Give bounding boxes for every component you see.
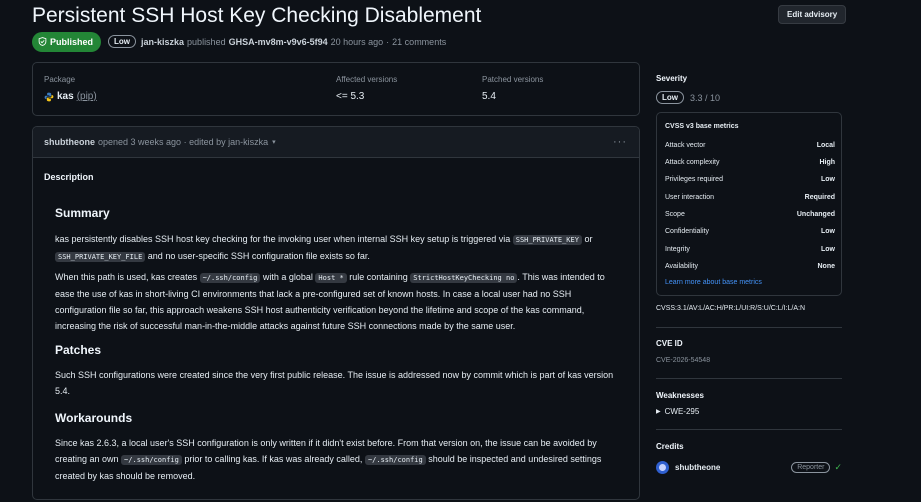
cvss-metrics-box: CVSS v3 base metrics Attack vector Local … — [656, 112, 842, 296]
cve-heading: CVE ID — [656, 339, 683, 348]
weaknesses-heading: Weaknesses — [656, 391, 704, 400]
metric-row: Attack vector Local — [665, 142, 835, 149]
metric-row: Availability None — [665, 263, 835, 270]
published-label: Published — [50, 36, 94, 47]
published-badge: Published — [32, 31, 102, 52]
code-ssh-private-key-file: SSH_PRIVATE_KEY_FILE — [55, 252, 146, 262]
package-name[interactable]: kas — [57, 91, 74, 102]
credit-row: shubtheone Reporter ✓ — [656, 459, 842, 475]
check-icon: ✓ — [834, 461, 842, 472]
patches-heading: Patches — [55, 343, 102, 357]
comment-header: shubtheone opened 3 weeks ago · edited b… — [33, 127, 639, 158]
triangle-right-icon: ▶ — [656, 409, 661, 415]
published-word: published — [187, 36, 226, 47]
package-column: Package kas (pip) — [44, 75, 97, 102]
metric-row: User interaction Required — [665, 194, 835, 201]
meta-separator: · — [386, 36, 390, 47]
published-time: 20 hours ago — [330, 36, 384, 47]
metric-row: Attack complexity High — [665, 159, 835, 166]
metric-row: Scope Unchanged — [665, 211, 835, 218]
comment-author[interactable]: shubtheone — [44, 137, 95, 147]
cvss-title: CVSS v3 base metrics — [665, 123, 739, 130]
advisory-meta: Published Low jan-kiszka published GHSA-… — [32, 31, 446, 52]
package-box: Package kas (pip) Affected versions <= 5… — [32, 62, 640, 116]
patched-label: Patched versions — [482, 75, 544, 84]
page-title: Persistent SSH Host Key Checking Disable… — [32, 4, 482, 27]
severity-heading: Severity — [656, 74, 688, 83]
code-ssh-config-2: ~/.ssh/config — [121, 455, 182, 465]
python-icon — [44, 92, 54, 101]
comment-count[interactable]: 21 comments — [392, 37, 446, 47]
severity-score: Low 3.3 / 10 — [656, 91, 720, 104]
cve-id: CVE-2026-54548 — [656, 357, 711, 364]
affected-label: Affected versions — [336, 75, 398, 84]
ghsa-id[interactable]: GHSA-mv8m-v9v6-5f94 — [229, 37, 328, 47]
comment-action: opened 3 weeks ago · edited by jan-kiszk… — [98, 137, 269, 147]
metric-row: Integrity Low — [665, 246, 835, 253]
cvss-vector-string: CVSS:3.1/AV:L/AC:H/PR:L/UI:R/S:U/C:L/I:L… — [656, 305, 805, 312]
summary-paragraph-1: kas persistently disables SSH host key c… — [55, 234, 593, 262]
sidebar-divider — [656, 429, 842, 430]
package-ecosystem[interactable]: (pip) — [77, 91, 97, 102]
code-ssh-config-3: ~/.ssh/config — [364, 455, 426, 465]
workarounds-heading: Workarounds — [55, 411, 133, 425]
package-label: Package — [44, 75, 76, 84]
weakness-item[interactable]: ▶ CWE-295 — [656, 407, 699, 416]
affected-column: Affected versions <= 5.3 — [336, 75, 397, 102]
sidebar-divider — [656, 327, 842, 328]
affected-versions: <= 5.3 — [336, 91, 365, 102]
severity-score-value: 3.3 / 10 — [690, 92, 721, 103]
code-ssh-private-key: SSH_PRIVATE_KEY — [512, 235, 582, 245]
code-strict-host-key-checking: StrictHostKeyChecking no — [410, 273, 518, 283]
avatar[interactable] — [656, 460, 669, 474]
shield-check-icon — [38, 37, 47, 46]
kebab-menu-icon[interactable]: ··· — [613, 136, 627, 148]
description-label: Description — [44, 172, 94, 182]
sidebar-divider — [656, 378, 842, 379]
summary-heading: Summary — [55, 206, 110, 220]
severity-level-badge: Low — [656, 91, 684, 104]
credits-heading: Credits — [656, 442, 684, 451]
metric-row: Privileges required Low — [665, 176, 835, 183]
edit-advisory-button[interactable]: Edit advisory — [778, 5, 847, 24]
advisory-description-box: shubtheone opened 3 weeks ago · edited b… — [32, 126, 640, 500]
chevron-down-icon[interactable]: ▾ — [272, 138, 276, 146]
credit-user[interactable]: shubtheone — [675, 463, 720, 472]
summary-paragraph-2: When this path is used, kas creates ~/.s… — [55, 272, 605, 331]
patched-versions: 5.4 — [482, 91, 496, 102]
reporter-badge: Reporter — [791, 461, 831, 473]
cwe-id[interactable]: CWE-295 — [665, 407, 700, 416]
metric-row: Confidentiality Low — [665, 228, 835, 235]
patches-paragraph: Such SSH configurations were created sin… — [55, 370, 614, 396]
author-link[interactable]: jan-kiszka — [141, 37, 184, 47]
severity-badge: Low — [108, 35, 137, 48]
code-ssh-config: ~/.ssh/config — [199, 273, 261, 283]
code-host: Host * — [315, 273, 347, 283]
learn-more-link[interactable]: Learn more about base metrics — [665, 279, 762, 286]
workarounds-paragraph: Since kas 2.6.3, a local user's SSH conf… — [55, 438, 602, 481]
patched-column: Patched versions 5.4 — [482, 75, 543, 102]
